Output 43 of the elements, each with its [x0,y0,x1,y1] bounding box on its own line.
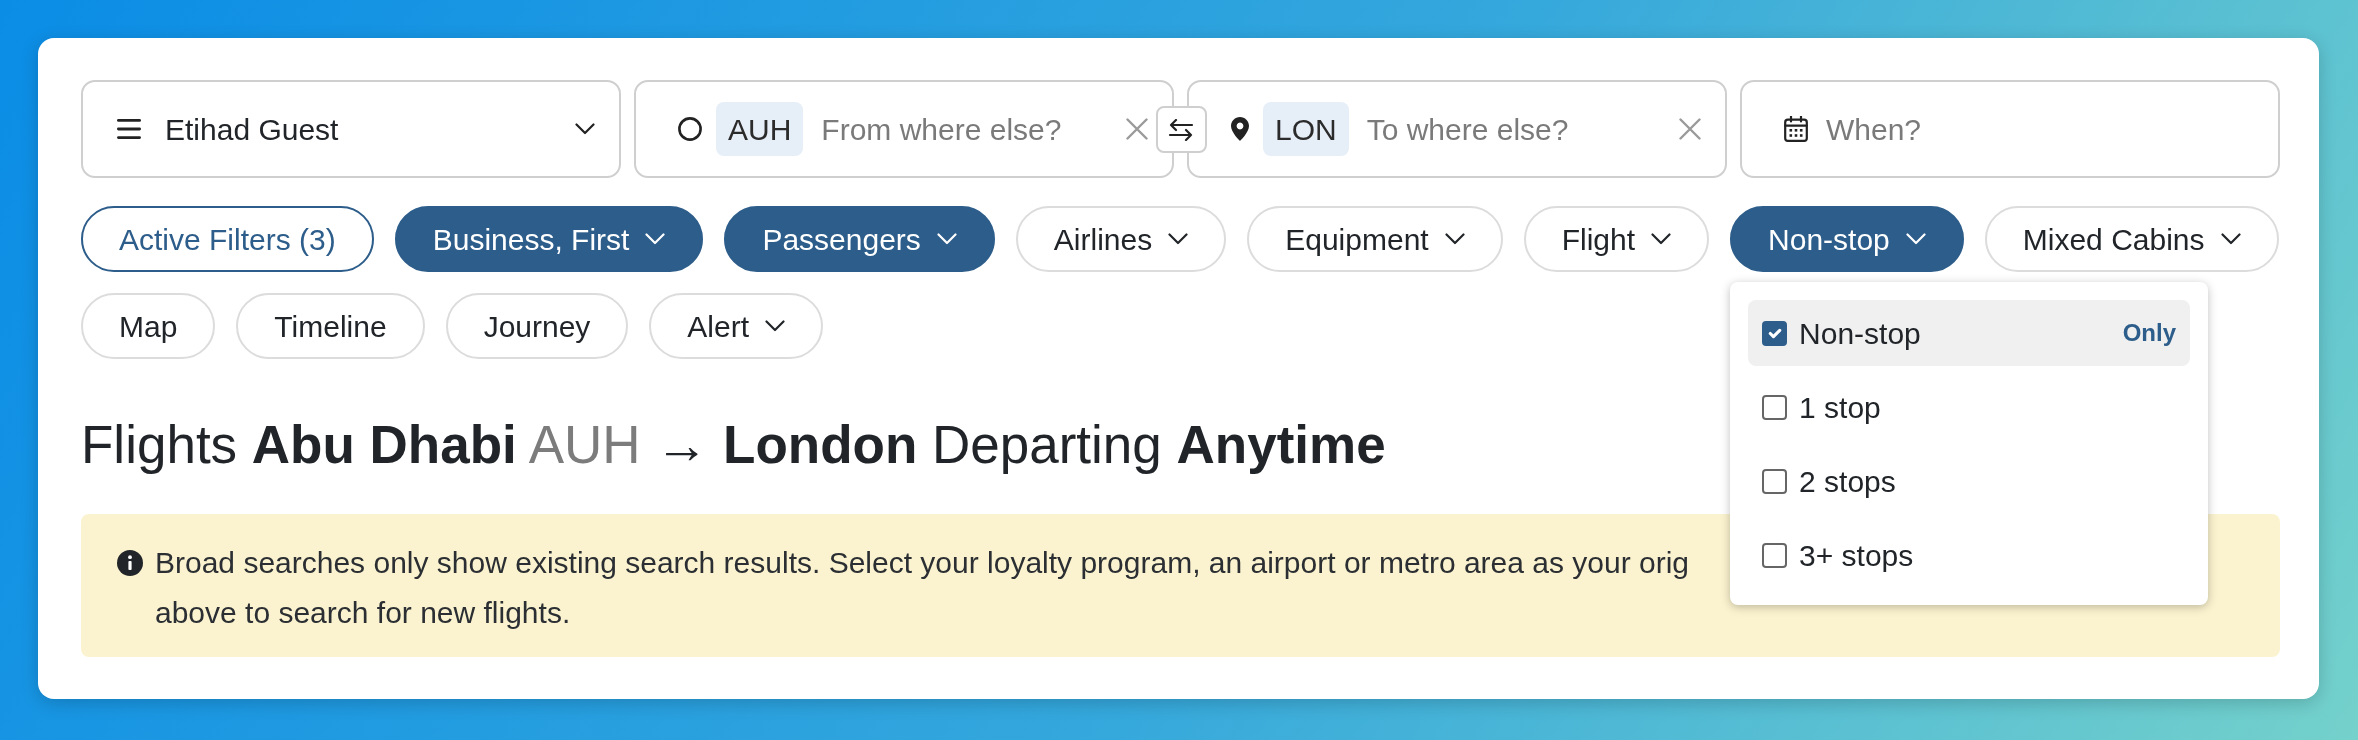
checkbox[interactable] [1762,542,1788,568]
filter-button[interactable]: Passengers [724,206,995,272]
checkbox[interactable] [1762,394,1788,420]
chevron-down-icon [575,123,595,135]
origin-input[interactable]: From where else? [821,106,1114,152]
close-icon[interactable] [1126,118,1148,140]
close-icon[interactable] [1679,118,1701,140]
date-input[interactable]: When? [1826,106,2242,152]
filter-button[interactable]: Equipment [1247,206,1503,272]
swap-arrows-icon [1168,118,1194,141]
destination-search-box[interactable]: LON To where else? [1187,80,1727,178]
only-link[interactable]: Only [2122,315,2177,351]
alert-text: Broad searches only show existing search results. Select your loyalty program, an airport or metro area as your orig [155,544,1690,581]
swap-button[interactable] [1155,106,1207,153]
stop-option[interactable]: Non-stop Only [1748,300,2191,366]
checkbox[interactable] [1762,468,1788,494]
origin-search-box[interactable]: AUH From where else? [634,80,1174,178]
view-button[interactable]: Timeline [236,293,425,359]
stop-option[interactable]: 1 stop [1748,374,2191,440]
menu-icon [117,119,141,139]
filter-button[interactable]: Mixed Cabins [1984,206,2279,272]
view-button[interactable]: Journey [445,293,629,359]
airport-code-chip: AUH [716,102,804,156]
circle-icon [678,117,702,141]
date-search-box[interactable]: When? [1740,80,2280,178]
active-filters-button[interactable]: Active Filters (3) [81,206,374,272]
loyalty-program-select[interactable]: Etihad Guest [81,80,621,178]
filter-button[interactable]: Flight [1523,206,1710,272]
view-button[interactable]: Alert [649,293,824,359]
calendar-icon [1784,116,1808,142]
destination-input[interactable]: To where else? [1366,106,1667,152]
filter-button[interactable]: Business, First [394,206,704,272]
checkbox[interactable] [1762,320,1788,346]
filter-button[interactable]: Airlines [1015,206,1227,272]
airport-code-chip: LON [1263,102,1349,156]
filter-button[interactable]: Non-stop [1730,206,1964,272]
info-icon [117,549,143,576]
page-heading: Flights Abu Dhabi AUH → London Departing Anytime [81,415,1387,476]
alert-text: above to search for new flights. [155,594,571,631]
view-button[interactable]: Map [81,293,216,359]
map-pin-icon [1231,117,1249,141]
stop-option[interactable]: 2 stops [1748,448,2191,514]
stop-option[interactable]: 3+ stops [1748,522,2191,588]
